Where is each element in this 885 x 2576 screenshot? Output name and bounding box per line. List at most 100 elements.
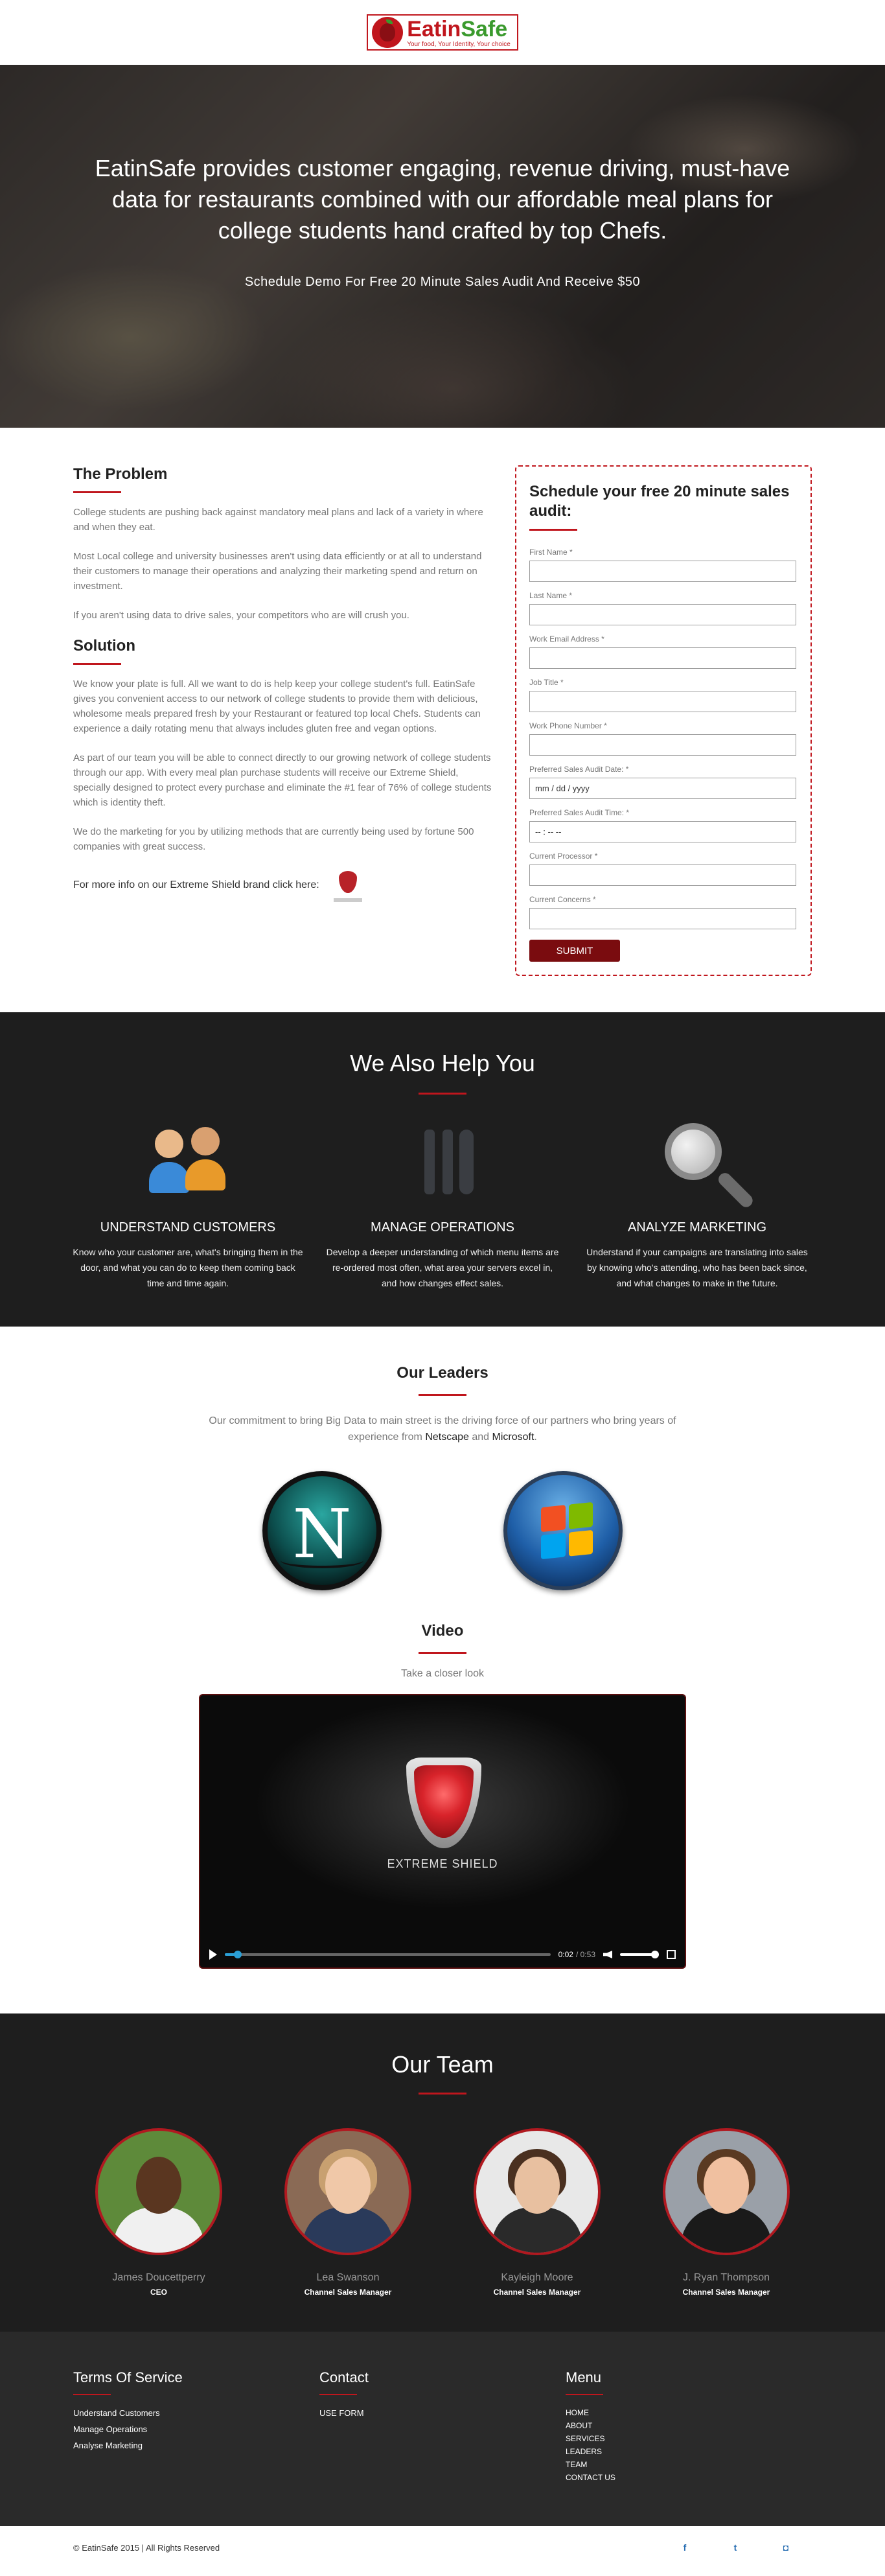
flag-blue — [541, 1532, 566, 1560]
people-graphic — [146, 1123, 230, 1194]
avatar-body — [681, 2207, 772, 2253]
magnifier-icon — [580, 1123, 814, 1210]
video-current-time: 0:02 — [558, 1950, 573, 1959]
first-name-label: First Name * — [529, 548, 573, 557]
video-progress-bar[interactable] — [225, 1951, 551, 1958]
menu-link-services[interactable]: SERVICES — [566, 2434, 812, 2443]
job-title-input[interactable] — [529, 691, 796, 712]
title-divider — [419, 1652, 466, 1654]
site-header: EatinSafe Your food, Your Identity, Your… — [0, 0, 885, 65]
progress-knob[interactable] — [234, 1951, 242, 1958]
first-name-input[interactable] — [529, 561, 796, 582]
submit-button[interactable]: SUBMIT — [529, 940, 620, 962]
windows-flag-icon — [541, 1502, 593, 1560]
help-item-customers: UNDERSTAND CUSTOMERS Know who your custo… — [71, 1123, 305, 1291]
logo-name: EatinSafe — [407, 17, 511, 41]
job-title-label: Job Title * — [529, 678, 564, 687]
member-name: Lea Swanson — [316, 2272, 380, 2283]
spoon-shape — [459, 1130, 474, 1194]
logo-text: EatinSafe Your food, Your Identity, Your… — [407, 17, 511, 48]
extreme-shield-row: For more info on our Extreme Shield bran… — [73, 868, 494, 902]
help-item-title: MANAGE OPERATIONS — [371, 1220, 514, 1235]
volume-knob[interactable] — [651, 1951, 659, 1958]
menu-link-contact[interactable]: CONTACT US — [566, 2473, 812, 2482]
avatar-body — [303, 2207, 393, 2253]
problem-paragraph: If you aren't using data to drive sales,… — [73, 610, 409, 621]
fork-shape — [424, 1130, 435, 1194]
leaders-text: Our commitment to bring Big Data to main… — [196, 1413, 689, 1445]
volume-icon[interactable] — [603, 1951, 612, 1958]
hero-cta-text[interactable]: Schedule Demo For Free 20 Minute Sales A… — [0, 275, 885, 290]
member-role: Channel Sales Manager — [682, 2288, 770, 2297]
people-icon — [71, 1123, 305, 1207]
last-name-label: Last Name * — [529, 591, 573, 600]
help-item-title: UNDERSTAND CUSTOMERS — [100, 1220, 276, 1235]
video-controls: 0:02/ 0:53 — [200, 1942, 685, 1967]
problem-solution-text: The Problem College students are pushing… — [73, 465, 494, 976]
person-shape — [149, 1130, 189, 1194]
problem-title: The Problem — [73, 465, 168, 483]
member-role: CEO — [150, 2288, 167, 2297]
person-head — [191, 1127, 220, 1155]
footer-terms: Terms Of Service Understand Customers Ma… — [73, 2369, 319, 2526]
avatar — [95, 2128, 222, 2255]
title-divider — [529, 529, 577, 531]
footer-link[interactable]: Analyse Marketing — [73, 2441, 319, 2450]
footer-link[interactable]: USE FORM — [319, 2408, 566, 2418]
avatar — [474, 2128, 601, 2255]
title-divider — [419, 1093, 466, 1095]
video-section: Video Take a closer look EXTREME SHIELD … — [0, 1612, 885, 2013]
magnifier-graphic — [665, 1123, 755, 1210]
extreme-shield-text: For more info on our Extreme Shield bran… — [73, 879, 319, 890]
concerns-input[interactable] — [529, 908, 796, 929]
instagram-icon[interactable]: ◘ — [779, 2541, 792, 2554]
partner-logos: N — [0, 1471, 885, 1590]
help-section: We Also Help You UNDERSTAND CUSTOMERS Kn… — [0, 1012, 885, 1327]
menu-link-about[interactable]: ABOUT — [566, 2421, 812, 2430]
problem-paragraph: College students are pushing back agains… — [73, 507, 483, 533]
leaders-title: Our Leaders — [397, 1364, 488, 1382]
video-player[interactable]: EXTREME SHIELD 0:02/ 0:53 — [199, 1694, 686, 1969]
footer-link[interactable]: Manage Operations — [73, 2424, 319, 2434]
facebook-icon[interactable]: f — [678, 2541, 691, 2554]
audit-time-label: Preferred Sales Audit Time: * — [529, 808, 630, 817]
menu-link-home[interactable]: HOME — [566, 2408, 812, 2417]
fullscreen-icon[interactable] — [667, 1950, 676, 1959]
leaders-section: Our Leaders Our commitment to bring Big … — [0, 1327, 885, 1612]
person-body — [149, 1162, 189, 1193]
netscape-mention: Netscape — [425, 1432, 469, 1443]
footer-menu: Menu HOME ABOUT SERVICES LEADERS TEAM CO… — [566, 2369, 812, 2526]
last-name-input[interactable] — [529, 604, 796, 625]
menu-link-team[interactable]: TEAM — [566, 2460, 812, 2469]
email-input[interactable] — [529, 647, 796, 669]
avatar-face — [136, 2157, 181, 2214]
flag-red — [541, 1505, 566, 1532]
volume-slider[interactable] — [620, 1951, 659, 1958]
processor-input[interactable] — [529, 864, 796, 886]
play-icon[interactable] — [209, 1949, 217, 1960]
footer-link[interactable]: Understand Customers — [73, 2408, 319, 2418]
extreme-shield-link-icon[interactable] — [333, 868, 362, 902]
footer-contact: Contact USE FORM — [319, 2369, 566, 2526]
utensils-graphic — [423, 1130, 475, 1201]
problem-solution-section: The Problem College students are pushing… — [0, 428, 885, 1012]
solution-title: Solution — [73, 637, 135, 655]
concerns-label: Current Concerns * — [529, 895, 596, 904]
first-name-field: First Name * — [529, 548, 796, 582]
audit-time-input[interactable] — [529, 821, 796, 842]
hero-content: EatinSafe provides customer engaging, re… — [0, 153, 885, 290]
hero-title: EatinSafe provides customer engaging, re… — [95, 155, 790, 244]
footer-contact-title: Contact — [319, 2369, 369, 2385]
avatar-face — [514, 2157, 560, 2214]
person-head — [155, 1130, 183, 1158]
menu-link-leaders[interactable]: LEADERS — [566, 2447, 812, 2456]
phone-input[interactable] — [529, 734, 796, 756]
eatinsafe-logo[interactable]: EatinSafe Your food, Your Identity, Your… — [367, 14, 518, 51]
shield-shape — [338, 871, 357, 893]
twitter-icon[interactable]: t — [729, 2541, 742, 2554]
audit-date-input[interactable] — [529, 778, 796, 799]
job-title-field: Job Title * — [529, 678, 796, 712]
help-item-desc: Develop a deeper understanding of which … — [326, 1247, 559, 1288]
footer-menu-title: Menu — [566, 2369, 602, 2385]
team-member: James Doucettperry CEO — [94, 2128, 224, 2297]
